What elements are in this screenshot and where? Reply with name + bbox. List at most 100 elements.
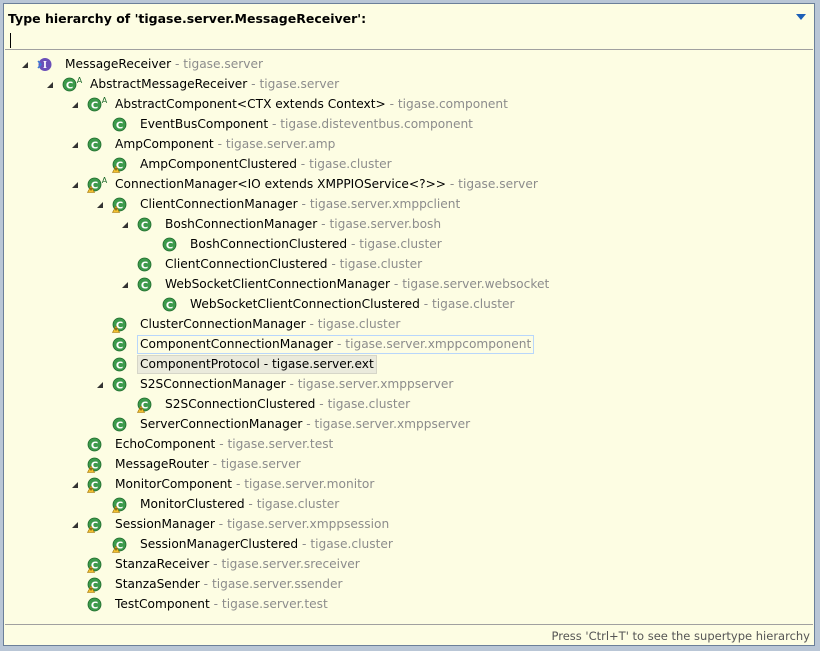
tree-item-label: ServerConnectionManager - tigase.server.…	[137, 415, 473, 434]
type-glyph-icon: C	[86, 477, 102, 493]
separator: -	[315, 397, 328, 411]
separator: -	[213, 137, 226, 151]
separator: -	[232, 477, 245, 491]
tree-item-label: MonitorClustered - tigase.cluster	[137, 495, 342, 514]
package-name: tigase.server	[220, 457, 301, 471]
package-name: tigase.server.websocket	[402, 277, 550, 291]
tree-item-label: ConnectionManager<IO extends XMPPIOServi…	[112, 175, 541, 194]
type-name: AbstractComponent<CTX extends Context>	[115, 97, 386, 111]
expand-arrow-icon[interactable]	[47, 82, 53, 88]
class-icon: C	[86, 577, 102, 593]
expand-arrow-icon[interactable]	[122, 282, 128, 288]
type-name: ClientConnectionClustered	[165, 257, 328, 271]
tree-item-label: AbstractMessageReceiver - tigase.server	[87, 75, 342, 94]
type-glyph-icon: CA	[62, 76, 83, 92]
package-name: tigase.cluster	[432, 297, 515, 311]
tree-item-label: StanzaReceiver - tigase.server.sreceiver	[112, 555, 363, 574]
class-icon: CA	[86, 176, 108, 193]
type-name: TestComponent	[115, 597, 210, 611]
separator: -	[199, 577, 212, 591]
tree-item-label: ClientConnectionManager - tigase.server.…	[137, 195, 463, 214]
expand-arrow-icon[interactable]	[72, 102, 78, 108]
class-icon: C	[111, 157, 127, 173]
type-glyph-icon: I	[37, 58, 52, 71]
tree-item-label: BoshConnectionManager - tigase.server.bo…	[162, 215, 444, 234]
type-glyph-icon: C	[87, 437, 102, 452]
class-icon: C	[136, 397, 152, 413]
separator: -	[215, 437, 228, 451]
separator: -	[390, 277, 403, 291]
separator: -	[297, 197, 310, 211]
type-glyph-icon: C	[86, 457, 102, 473]
type-glyph-icon: C	[111, 197, 127, 213]
svg-text:I: I	[43, 61, 47, 71]
type-name: S2SConnectionClustered	[165, 397, 316, 411]
tree-item-label: AmpComponent - tigase.server.amp	[112, 135, 338, 154]
type-name: ServerConnectionManager	[140, 417, 303, 431]
type-name: BoshConnectionManager	[165, 217, 318, 231]
class-icon: C	[86, 457, 102, 473]
package-name: tigase.component	[397, 97, 508, 111]
type-glyph-icon: C	[162, 237, 177, 252]
type-name: StanzaReceiver	[115, 557, 210, 571]
tree-item-label: EchoComponent - tigase.server.test	[112, 435, 336, 454]
type-name: ComponentProtocol	[140, 357, 260, 371]
tree-item-label: S2SConnectionClustered - tigase.cluster	[162, 395, 413, 414]
separator: -	[327, 257, 340, 271]
separator: -	[209, 597, 222, 611]
tree-item-label: SessionManager - tigase.server.xmppsessi…	[112, 515, 392, 534]
tree-item-label: S2SConnectionManager - tigase.server.xmp…	[137, 375, 456, 394]
expand-arrow-icon[interactable]	[97, 202, 103, 208]
expand-arrow-icon[interactable]	[72, 522, 78, 528]
class-icon: CA	[62, 76, 83, 92]
svg-text:C: C	[116, 380, 123, 391]
separator: -	[209, 557, 222, 571]
type-name: AbstractMessageReceiver	[90, 77, 248, 91]
svg-text:C: C	[116, 360, 123, 371]
class-icon: C	[111, 197, 127, 213]
type-name: WebSocketClientConnectionClustered	[190, 297, 420, 311]
expand-arrow-icon[interactable]	[72, 182, 78, 188]
expand-arrow-icon[interactable]	[122, 222, 128, 228]
package-name: tigase.disteventbus.component	[280, 117, 473, 131]
type-name: MonitorClustered	[140, 497, 245, 511]
type-glyph-icon: C	[86, 517, 102, 533]
type-name: SessionManagerClustered	[140, 537, 299, 551]
tree-item-label: WebSocketClientConnectionClustered - tig…	[187, 295, 518, 314]
tree-item-label: AbstractComponent<CTX extends Context> -…	[112, 95, 511, 114]
class-icon: C	[87, 137, 102, 152]
type-glyph-icon: C	[136, 397, 152, 413]
package-name: tigase.cluster	[317, 317, 401, 331]
svg-text:A: A	[102, 177, 108, 185]
svg-text:C: C	[166, 240, 173, 251]
package-name: tigase.server.sreceiver	[221, 557, 360, 571]
expand-arrow-icon[interactable]	[22, 62, 28, 68]
package-name: tigase.server.test	[221, 597, 328, 611]
tree-item-label: MessageReceiver - tigase.server	[62, 55, 266, 74]
type-glyph-icon: C	[87, 597, 102, 612]
package-name: tigase.server.xmppclient	[309, 197, 461, 211]
hierarchy-tree[interactable]: I MessageReceiver - tigase.server C A Abstra…	[4, 51, 814, 621]
type-name: WebSocketClientConnectionManager	[165, 277, 391, 291]
separator: -	[208, 457, 221, 471]
type-name: MonitorComponent	[115, 477, 233, 491]
popup-title: Type hierarchy of 'tigase.server.Message…	[8, 11, 367, 26]
text-caret	[10, 33, 11, 48]
tree-item-label: StanzaSender - tigase.server.ssender	[112, 575, 346, 594]
type-name: AmpComponentClustered	[140, 157, 297, 171]
type-hierarchy-popup: Type hierarchy of 'tigase.server.Message…	[3, 3, 815, 646]
separator: -	[347, 237, 360, 251]
separator: -	[268, 117, 281, 131]
tree-item-label: BoshConnectionClustered - tigase.cluster	[187, 235, 445, 254]
expand-arrow-icon[interactable]	[97, 382, 103, 388]
view-menu-button[interactable]	[796, 14, 806, 20]
package-name: tigase.server.monitor	[244, 477, 375, 491]
expand-arrow-icon[interactable]	[72, 482, 78, 488]
interface-icon: I	[37, 57, 52, 72]
svg-text:C: C	[166, 300, 173, 311]
class-icon: C	[87, 597, 102, 612]
filter-input[interactable]	[8, 31, 814, 51]
package-name: tigase.server.bosh	[329, 217, 442, 231]
type-glyph-icon: C	[86, 577, 102, 593]
expand-arrow-icon[interactable]	[72, 142, 78, 148]
